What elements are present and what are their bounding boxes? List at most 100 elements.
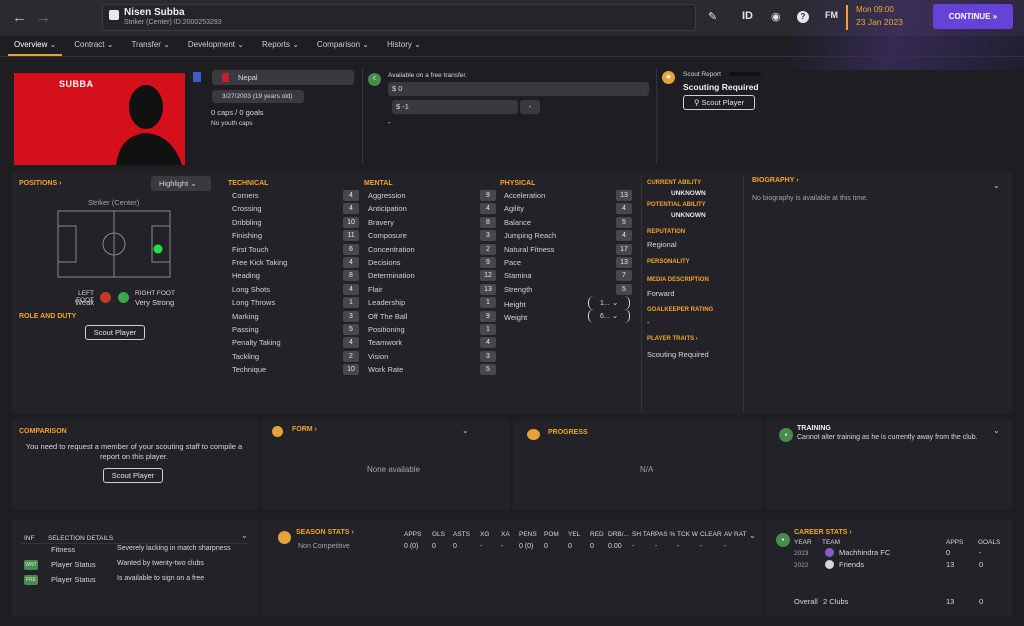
value-field-3[interactable]: -	[520, 100, 540, 114]
attribute-label: Long Shots	[232, 284, 270, 294]
attribute-row[interactable]: Long Throws 1	[232, 297, 361, 310]
attribute-row[interactable]: Jumping Reach 4	[504, 230, 634, 243]
attribute-row[interactable]: Acceleration 13	[504, 190, 634, 203]
attribute-row[interactable]: Natural Fitness 17	[504, 243, 634, 257]
attribute-row[interactable]: Vision 3	[368, 350, 498, 364]
attribute-row[interactable]: Tackling 2	[232, 350, 361, 364]
scout-player-button[interactable]: ⚲ Scout Player	[683, 95, 755, 110]
title-box[interactable]	[102, 4, 696, 31]
training-chevron-down-icon[interactable]: ⌄	[993, 426, 1000, 435]
career-stats-title[interactable]: CAREER STATS ›	[794, 529, 852, 536]
selection-row-label: Player Status	[51, 560, 96, 569]
attribute-row[interactable]: Work Rate 5	[368, 364, 498, 377]
attribute-label: Long Throws	[232, 298, 276, 308]
tab-overview[interactable]: Overview ⌄	[8, 38, 63, 56]
attribute-row[interactable]: Long Shots 4	[232, 283, 361, 297]
attribute-row[interactable]: Technique 10	[232, 364, 361, 377]
tab-history[interactable]: History ⌄	[381, 38, 427, 56]
attribute-value: 4	[343, 337, 359, 349]
attribute-row[interactable]: Off The Ball 9	[368, 310, 498, 324]
weight-field[interactable]: 6... ⌄	[588, 309, 630, 323]
attribute-row[interactable]: Decisions 9	[368, 257, 498, 270]
attribute-label: Corners	[232, 191, 259, 200]
selection-chevron-down-icon[interactable]: ⌄	[241, 531, 248, 540]
attribute-row[interactable]: Marking 3	[232, 310, 361, 324]
biography-title[interactable]: BIOGRAPHY ›	[752, 177, 799, 184]
attribute-value: 9	[480, 257, 496, 268]
attribute-row[interactable]: Heading 8	[232, 270, 361, 283]
attribute-row[interactable]: Positioning 1	[368, 324, 498, 337]
attribute-value: 3	[480, 350, 496, 362]
attribute-row[interactable]: Concentration 2	[368, 243, 498, 257]
season-col-header: CLEAR	[700, 531, 722, 538]
selection-row-value: Severely lacking in match sharpness	[117, 545, 231, 552]
season-cell: 0.00	[608, 543, 622, 550]
career-overall-apps: 13	[946, 597, 955, 606]
continue-button[interactable]: CONTINUE »	[933, 4, 1013, 29]
attribute-row[interactable]: Aggression 9	[368, 190, 498, 203]
form-chevron-down-icon[interactable]: ⌄	[462, 426, 469, 435]
chevron-down-icon: ⌄	[237, 40, 244, 49]
help-icon[interactable]: ?	[797, 11, 809, 23]
attribute-value: 4	[343, 203, 359, 215]
bio-chevron-down-icon[interactable]: ⌄	[993, 181, 1000, 190]
attribute-row[interactable]: Composure 3	[368, 230, 498, 243]
attribute-row[interactable]: First Touch 6	[232, 243, 361, 257]
tab-development[interactable]: Development ⌄	[182, 38, 250, 56]
career-apps-header: APPS	[946, 539, 964, 546]
shield-icon[interactable]: ◉	[771, 10, 781, 23]
attribute-row[interactable]: Leadership 1	[368, 297, 498, 310]
divider	[641, 176, 642, 412]
highlight-dropdown[interactable]: Highlight ⌄	[151, 176, 211, 191]
edit-icon[interactable]: ✎	[708, 10, 717, 23]
nation-pill[interactable]: Nepal	[212, 70, 354, 85]
attribute-label: Free Kick Taking	[232, 258, 288, 267]
attribute-row[interactable]: Corners 4	[232, 190, 361, 203]
attribute-row[interactable]: Pace 13	[504, 257, 634, 270]
attribute-row[interactable]: Flair 13	[368, 283, 498, 297]
attribute-row[interactable]: Passing 5	[232, 324, 361, 337]
chevron-down-icon: ⌄	[106, 40, 114, 49]
fm-icon[interactable]: FM	[825, 10, 838, 20]
attribute-row[interactable]: Penalty Taking 4	[232, 337, 361, 350]
attribute-row[interactable]: Teamwork 4	[368, 337, 498, 350]
attribute-row[interactable]: Agility 4	[504, 203, 634, 216]
attribute-row[interactable]: Stamina 7	[504, 270, 634, 283]
tab-contract[interactable]: Contract ⌄	[68, 38, 119, 56]
silhouette-icon	[116, 85, 182, 165]
tab-transfer[interactable]: Transfer ⌄	[125, 38, 175, 56]
value-field-1[interactable]: $ 0	[388, 82, 649, 96]
tab-comparison[interactable]: Comparison ⌄	[311, 38, 375, 56]
role-scout-player-button[interactable]: Scout Player	[85, 325, 145, 340]
attribute-row[interactable]: Anticipation 4	[368, 203, 498, 216]
attribute-label: Leadership	[368, 298, 406, 308]
attribute-row[interactable]: Determination 12	[368, 270, 498, 283]
attribute-row[interactable]: Balance 5	[504, 216, 634, 230]
attribute-row[interactable]: Crossing 4	[232, 203, 361, 216]
tab-reports[interactable]: Reports ⌄	[256, 38, 305, 56]
player-traits-title[interactable]: PLAYER TRAITS ›	[647, 336, 698, 342]
value-field-2[interactable]: $ -1	[392, 100, 518, 114]
attribute-row[interactable]: Finishing 11	[232, 230, 361, 243]
positions-title[interactable]: POSITIONS ›	[19, 180, 61, 187]
attribute-label: Pace	[504, 258, 522, 267]
attribute-row[interactable]: Strength 5	[504, 283, 634, 297]
career-row-team[interactable]: Friends	[839, 560, 864, 569]
attribute-value: 6	[343, 243, 359, 255]
career-row-team[interactable]: Machhindra FC	[839, 548, 890, 557]
attribute-row[interactable]: Bravery 8	[368, 216, 498, 230]
height-field[interactable]: 1... ⌄	[588, 296, 630, 310]
left-foot-icon	[100, 292, 111, 303]
attribute-row[interactable]: Dribbling 10	[232, 216, 361, 230]
forward-arrow-icon[interactable]: →	[36, 9, 51, 26]
attribute-row[interactable]: Free Kick Taking 4	[232, 257, 361, 270]
season-chevron-down-icon[interactable]: ⌄	[749, 531, 756, 540]
back-arrow-icon[interactable]: ←	[12, 9, 27, 26]
comparison-scout-player-button[interactable]: Scout Player	[103, 468, 163, 483]
id-icon[interactable]: ID	[742, 10, 753, 22]
progress-icon	[527, 429, 540, 440]
season-col-header: TCK W	[677, 531, 698, 538]
star-icon: ★	[662, 71, 675, 84]
form-title[interactable]: FORM ›	[292, 426, 317, 433]
season-stats-title[interactable]: SEASON STATS ›	[296, 529, 354, 536]
